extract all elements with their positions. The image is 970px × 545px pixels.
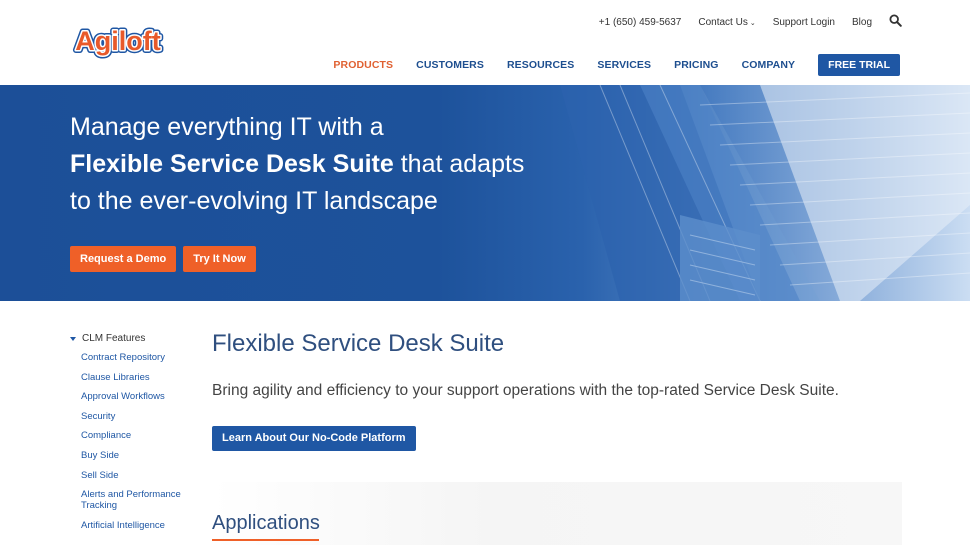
- nav-products[interactable]: PRODUCTS: [333, 59, 393, 71]
- chevron-down-icon: ⌄: [749, 19, 756, 27]
- nav-pricing[interactable]: PRICING: [674, 59, 718, 71]
- main-nav: PRODUCTS CUSTOMERS RESOURCES SERVICES PR…: [310, 54, 900, 76]
- sidebar-item-security[interactable]: Security: [70, 411, 200, 422]
- sidebar-item-approval-workflows[interactable]: Approval Workflows: [70, 391, 200, 402]
- page-subtitle: Bring agility and efficiency to your sup…: [212, 382, 839, 399]
- phone-link[interactable]: +1 (650) 459-5637: [599, 17, 682, 28]
- nav-company[interactable]: COMPANY: [742, 59, 796, 71]
- hero-line-2-bold: Flexible Service Desk Suite: [70, 150, 394, 178]
- free-trial-button[interactable]: FREE TRIAL: [818, 54, 900, 76]
- hero-banner: Manage everything IT with a Flexible Ser…: [0, 85, 970, 301]
- no-code-platform-button[interactable]: Learn About Our No-Code Platform: [212, 426, 416, 451]
- sidebar-heading-label: CLM Features: [82, 333, 146, 344]
- agiloft-logo-graphic: Agiloft Agiloft Agiloft: [72, 23, 163, 59]
- agiloft-logo[interactable]: Agiloft Agiloft Agiloft: [66, 20, 170, 62]
- nav-services[interactable]: SERVICES: [597, 59, 651, 71]
- sidebar-heading[interactable]: CLM Features: [70, 333, 200, 344]
- sidebar-item-contract-repository[interactable]: Contract Repository: [70, 352, 200, 363]
- hero-line-1: Manage everything IT with a: [70, 113, 384, 141]
- sidebar-item-clause-libraries[interactable]: Clause Libraries: [70, 372, 200, 383]
- contact-us-label: Contact Us: [698, 16, 748, 28]
- page-title: Flexible Service Desk Suite: [212, 330, 505, 357]
- hero-line-2: Flexible Service Desk Suite that adapts: [70, 146, 524, 183]
- utility-nav: +1 (650) 459-5637 Contact Us ⌄ Support Lo…: [582, 14, 902, 30]
- support-login-link[interactable]: Support Login: [773, 17, 835, 28]
- nav-resources[interactable]: RESOURCES: [507, 59, 574, 71]
- search-icon: [889, 14, 902, 27]
- hero-line-3: to the ever-evolving IT landscape: [70, 187, 438, 215]
- sidebar-item-artificial-intelligence[interactable]: Artificial Intelligence: [70, 520, 200, 531]
- sidebar-nav: CLM Features Contract Repository Clause …: [70, 333, 200, 539]
- triangle-down-icon: [70, 336, 76, 341]
- sidebar-item-sell-side[interactable]: Sell Side: [70, 470, 200, 481]
- applications-heading: Applications: [212, 512, 320, 534]
- sidebar-item-compliance[interactable]: Compliance: [70, 430, 200, 441]
- hero-line-2-rest: that adapts: [393, 150, 525, 178]
- logo-text: Agiloft: [75, 26, 160, 56]
- main-content: Flexible Service Desk Suite Bring agilit…: [212, 330, 902, 451]
- hero-buttons: Request a Demo Try It Now: [70, 246, 263, 272]
- site-header: Agiloft Agiloft Agiloft +1 (650) 459-563…: [0, 0, 970, 85]
- applications-underline: [212, 539, 319, 541]
- sidebar-item-buy-side[interactable]: Buy Side: [70, 450, 200, 461]
- try-it-now-button[interactable]: Try It Now: [183, 246, 256, 272]
- request-demo-button[interactable]: Request a Demo: [70, 246, 177, 272]
- contact-us-link[interactable]: Contact Us ⌄: [698, 17, 755, 28]
- blog-link[interactable]: Blog: [852, 17, 872, 28]
- sidebar-item-alerts-performance[interactable]: Alerts and Performance Tracking: [70, 489, 185, 511]
- nav-customers[interactable]: CUSTOMERS: [416, 59, 484, 71]
- hero-headline: Manage everything IT with a Flexible Ser…: [70, 109, 524, 220]
- search-button[interactable]: [889, 14, 902, 30]
